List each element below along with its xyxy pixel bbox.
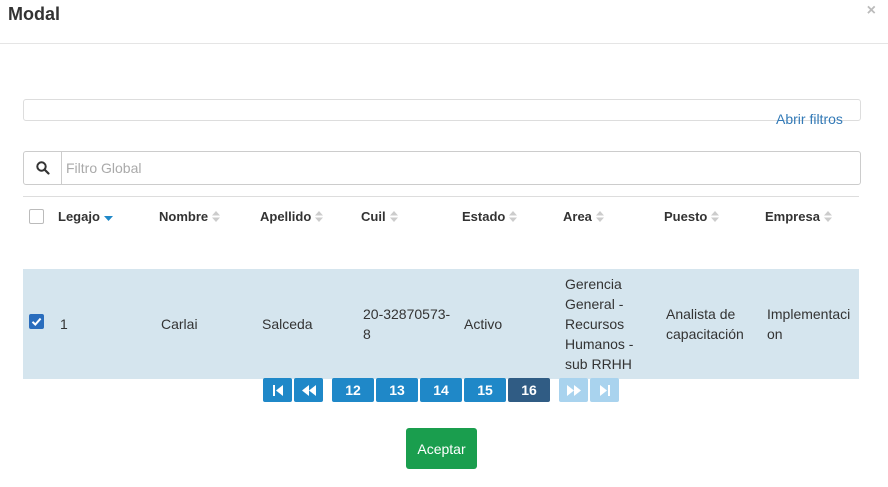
table-header-row: Legajo Nombre Apellido Cuil Estado Area … <box>23 196 859 269</box>
select-all-checkbox[interactable] <box>29 209 44 224</box>
column-header-puesto[interactable]: Puesto <box>664 196 765 269</box>
page-button-13[interactable]: 13 <box>376 378 418 402</box>
row-checkbox[interactable] <box>29 314 44 329</box>
column-header-apellido[interactable]: Apellido <box>260 196 361 269</box>
first-page-icon <box>272 384 283 396</box>
rewind-icon <box>301 384 316 396</box>
open-filters-link[interactable]: Abrir filtros <box>776 111 843 127</box>
accept-button[interactable]: Aceptar <box>406 428 477 469</box>
cell-empresa: Implementaci on <box>765 269 859 379</box>
first-page-button[interactable] <box>263 378 292 402</box>
table-row[interactable]: 1 Carlai Salceda 20-32870573- 8 Activo Ge… <box>23 269 859 379</box>
select-all-cell[interactable] <box>23 196 58 269</box>
column-header-cuil[interactable]: Cuil <box>361 196 462 269</box>
column-header-area[interactable]: Area <box>563 196 664 269</box>
column-header-legajo[interactable]: Legajo <box>58 196 159 269</box>
employees-table: Legajo Nombre Apellido Cuil Estado Area … <box>23 196 859 379</box>
page-button-12[interactable]: 12 <box>332 378 374 402</box>
sort-icon <box>389 210 398 225</box>
search-icon <box>24 152 62 184</box>
cell-area: Gerencia General - Recursos Humanos - su… <box>563 269 664 379</box>
fast-forward-icon <box>566 384 581 396</box>
column-header-estado[interactable]: Estado <box>462 196 563 269</box>
cell-puesto: Analista de capacitación <box>664 269 765 379</box>
sort-icon <box>509 210 518 225</box>
sort-icon <box>212 210 221 225</box>
cell-nombre: Carlai <box>159 269 260 379</box>
filter-panel <box>23 99 861 121</box>
prev-page-button[interactable] <box>294 378 323 402</box>
sort-desc-icon <box>103 210 113 225</box>
row-select-cell[interactable] <box>23 269 58 379</box>
page-button-15[interactable]: 15 <box>464 378 506 402</box>
sort-icon <box>595 210 604 225</box>
cell-legajo: 1 <box>58 269 159 379</box>
column-header-nombre[interactable]: Nombre <box>159 196 260 269</box>
global-search <box>23 151 861 185</box>
pagination: 12 13 14 15 16 <box>263 378 619 402</box>
modal-header: Modal × <box>0 0 888 44</box>
page-button-current[interactable]: 16 <box>508 378 550 402</box>
search-input[interactable] <box>62 152 860 184</box>
last-page-icon <box>599 384 610 396</box>
last-page-button[interactable] <box>590 378 619 402</box>
cell-estado: Activo <box>462 269 563 379</box>
sort-icon <box>823 210 832 225</box>
page-button-14[interactable]: 14 <box>420 378 462 402</box>
column-header-empresa[interactable]: Empresa <box>765 196 859 269</box>
cell-cuil: 20-32870573- 8 <box>361 269 462 379</box>
cell-apellido: Salceda <box>260 269 361 379</box>
close-icon[interactable]: × <box>867 2 876 20</box>
next-page-button[interactable] <box>559 378 588 402</box>
sort-icon <box>711 210 720 225</box>
modal-title: Modal <box>8 4 60 24</box>
sort-icon <box>315 210 324 225</box>
